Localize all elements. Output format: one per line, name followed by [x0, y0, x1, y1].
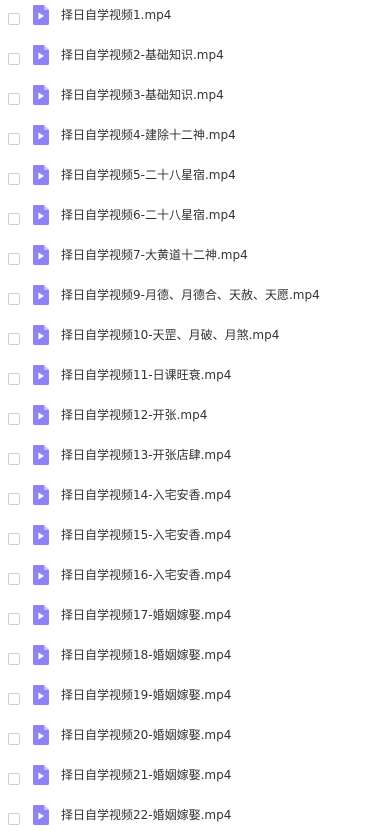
file-checkbox[interactable] — [8, 533, 20, 545]
file-row[interactable]: 择日自学视频16-入宅安香.mp4 — [0, 560, 372, 600]
file-row[interactable]: 择日自学视频14-入宅安香.mp4 — [0, 480, 372, 520]
video-file-icon — [33, 685, 49, 705]
file-checkbox[interactable] — [8, 133, 20, 145]
file-checkbox[interactable] — [8, 613, 20, 625]
file-name[interactable]: 择日自学视频7-大黄道十二神.mp4 — [61, 246, 248, 264]
video-file-icon — [33, 565, 49, 585]
file-name[interactable]: 择日自学视频19-婚姻嫁娶.mp4 — [61, 686, 231, 704]
file-name[interactable]: 择日自学视频1.mp4 — [61, 6, 171, 24]
file-checkbox[interactable] — [8, 293, 20, 305]
file-name[interactable]: 择日自学视频17-婚姻嫁娶.mp4 — [61, 606, 231, 624]
video-file-icon — [33, 325, 49, 345]
file-checkbox[interactable] — [8, 213, 20, 225]
file-checkbox[interactable] — [8, 173, 20, 185]
video-file-icon — [33, 245, 49, 265]
file-name[interactable]: 择日自学视频9-月德、月德合、天赦、天愿.mp4 — [61, 286, 320, 304]
video-file-icon — [33, 605, 49, 625]
video-file-icon — [33, 405, 49, 425]
file-row[interactable]: 择日自学视频22-婚姻嫁娶.mp4 — [0, 800, 372, 831]
file-name[interactable]: 择日自学视频16-入宅安香.mp4 — [61, 566, 231, 584]
video-file-icon — [33, 645, 49, 665]
file-checkbox[interactable] — [8, 333, 20, 345]
file-row[interactable]: 择日自学视频12-开张.mp4 — [0, 400, 372, 440]
file-checkbox[interactable] — [8, 253, 20, 265]
file-checkbox[interactable] — [8, 13, 20, 25]
file-name[interactable]: 择日自学视频10-天罡、月破、月煞.mp4 — [61, 326, 279, 344]
file-checkbox[interactable] — [8, 693, 20, 705]
file-checkbox[interactable] — [8, 733, 20, 745]
video-file-icon — [33, 45, 49, 65]
video-file-icon — [33, 365, 49, 385]
video-file-icon — [33, 445, 49, 465]
video-file-icon — [33, 285, 49, 305]
file-checkbox[interactable] — [8, 373, 20, 385]
file-name[interactable]: 择日自学视频6-二十八星宿.mp4 — [61, 206, 236, 224]
file-checkbox[interactable] — [8, 413, 20, 425]
file-checkbox[interactable] — [8, 53, 20, 65]
video-file-icon — [33, 205, 49, 225]
file-row[interactable]: 择日自学视频2-基础知识.mp4 — [0, 40, 372, 80]
file-name[interactable]: 择日自学视频3-基础知识.mp4 — [61, 86, 224, 104]
file-row[interactable]: 择日自学视频15-入宅安香.mp4 — [0, 520, 372, 560]
file-name[interactable]: 择日自学视频20-婚姻嫁娶.mp4 — [61, 726, 231, 744]
file-name[interactable]: 择日自学视频11-日课旺衰.mp4 — [61, 366, 231, 384]
file-row[interactable]: 择日自学视频19-婚姻嫁娶.mp4 — [0, 680, 372, 720]
file-name[interactable]: 择日自学视频15-入宅安香.mp4 — [61, 526, 231, 544]
file-row[interactable]: 择日自学视频5-二十八星宿.mp4 — [0, 160, 372, 200]
file-checkbox[interactable] — [8, 93, 20, 105]
file-name[interactable]: 择日自学视频18-婚姻嫁娶.mp4 — [61, 646, 231, 664]
file-row[interactable]: 择日自学视频20-婚姻嫁娶.mp4 — [0, 720, 372, 760]
video-file-icon — [33, 85, 49, 105]
file-row[interactable]: 择日自学视频21-婚姻嫁娶.mp4 — [0, 760, 372, 800]
file-row[interactable]: 择日自学视频9-月德、月德合、天赦、天愿.mp4 — [0, 280, 372, 320]
file-row[interactable]: 择日自学视频7-大黄道十二神.mp4 — [0, 240, 372, 280]
file-name[interactable]: 择日自学视频12-开张.mp4 — [61, 406, 207, 424]
file-list: 择日自学视频1.mp4 择日自学视频2-基础知识.mp4 择日自学视频3-基础知… — [0, 0, 372, 831]
file-checkbox[interactable] — [8, 453, 20, 465]
file-row[interactable]: 择日自学视频17-婚姻嫁娶.mp4 — [0, 600, 372, 640]
file-name[interactable]: 择日自学视频21-婚姻嫁娶.mp4 — [61, 766, 231, 784]
video-file-icon — [33, 485, 49, 505]
file-row[interactable]: 择日自学视频13-开张店肆.mp4 — [0, 440, 372, 480]
file-name[interactable]: 择日自学视频5-二十八星宿.mp4 — [61, 166, 236, 184]
file-row[interactable]: 择日自学视频6-二十八星宿.mp4 — [0, 200, 372, 240]
file-row[interactable]: 择日自学视频4-建除十二神.mp4 — [0, 120, 372, 160]
file-checkbox[interactable] — [8, 813, 20, 825]
video-file-icon — [33, 165, 49, 185]
file-checkbox[interactable] — [8, 653, 20, 665]
file-row[interactable]: 择日自学视频18-婚姻嫁娶.mp4 — [0, 640, 372, 680]
video-file-icon — [33, 525, 49, 545]
file-name[interactable]: 择日自学视频14-入宅安香.mp4 — [61, 486, 231, 504]
video-file-icon — [33, 5, 49, 25]
file-checkbox[interactable] — [8, 573, 20, 585]
file-row[interactable]: 择日自学视频3-基础知识.mp4 — [0, 80, 372, 120]
video-file-icon — [33, 125, 49, 145]
file-name[interactable]: 择日自学视频2-基础知识.mp4 — [61, 46, 224, 64]
file-name[interactable]: 择日自学视频22-婚姻嫁娶.mp4 — [61, 806, 231, 824]
video-file-icon — [33, 725, 49, 745]
video-file-icon — [33, 765, 49, 785]
file-row[interactable]: 择日自学视频11-日课旺衰.mp4 — [0, 360, 372, 400]
file-row[interactable]: 择日自学视频1.mp4 — [0, 0, 372, 40]
file-checkbox[interactable] — [8, 773, 20, 785]
file-row[interactable]: 择日自学视频10-天罡、月破、月煞.mp4 — [0, 320, 372, 360]
video-file-icon — [33, 805, 49, 825]
file-name[interactable]: 择日自学视频4-建除十二神.mp4 — [61, 126, 236, 144]
file-checkbox[interactable] — [8, 493, 20, 505]
file-name[interactable]: 择日自学视频13-开张店肆.mp4 — [61, 446, 231, 464]
